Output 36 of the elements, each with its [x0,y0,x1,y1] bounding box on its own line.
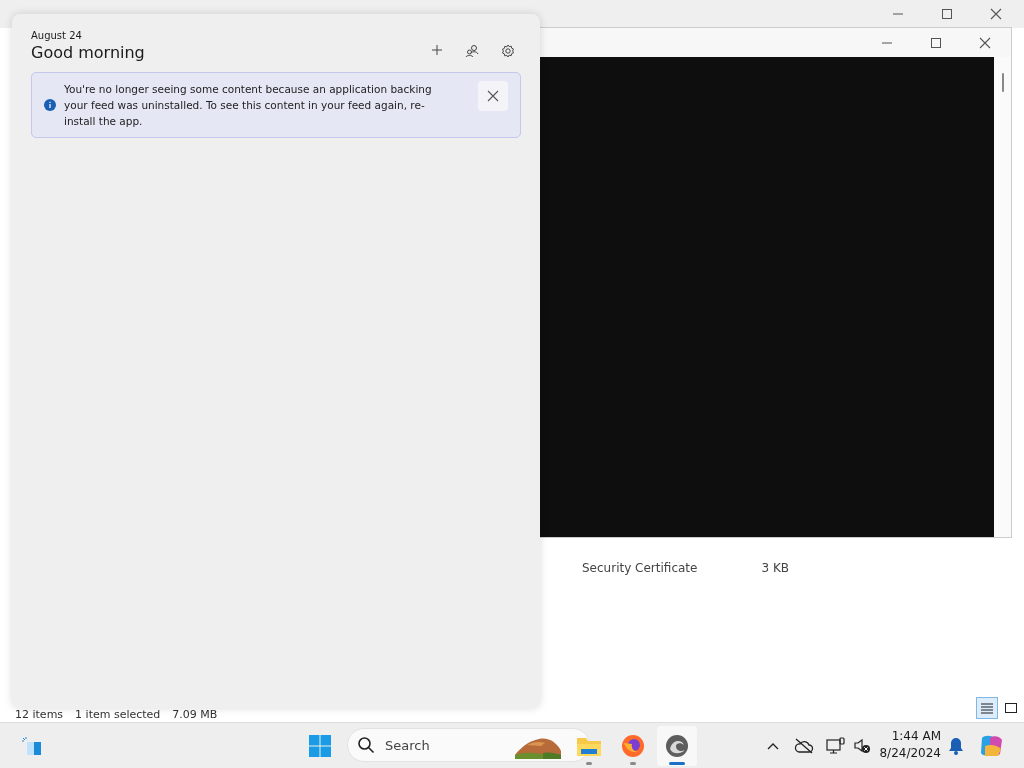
people-icon [465,44,479,58]
settings-button[interactable] [499,42,517,60]
info-icon [44,99,56,111]
status-text: 12 items [15,708,64,721]
info-message: You're no longer seeing some content because an application backing your feed was uninstalled. To see this content in your feed again, re-install the app. [64,82,433,129]
network-icon[interactable] [826,736,846,755]
date-label: August 24 [31,30,83,41]
search-field[interactable]: Search [383,736,507,754]
search-bar[interactable]: Search [347,728,590,762]
people-button[interactable] [463,42,481,60]
taskbar-app-button[interactable] [657,725,697,766]
search-icon [357,736,375,754]
greeting-title: Good morning [31,43,145,62]
status-text: 7.09 MB [172,708,218,721]
windows-logo-icon [309,734,331,757]
clock-time: 1:44 AM [891,728,941,745]
scrollbar-thumb[interactable] [1001,73,1004,92]
swirl-icon [665,733,689,758]
file-type-cell: Security Certificate [582,561,698,575]
clock-date: 8/24/2024 [879,745,941,762]
close-icon[interactable] [487,90,499,102]
chevron-up-icon [767,741,779,750]
copilot-icon[interactable] [979,733,1005,758]
large-icons-view-icon [1004,702,1018,714]
status-text: 1 item selected [75,708,161,721]
close-button[interactable] [478,81,508,111]
cloud-off-icon[interactable] [794,737,814,754]
bell-icon[interactable] [948,736,964,755]
details-view-icon [980,702,994,714]
widgets-icon [21,735,43,756]
fox-globe-icon [621,733,645,758]
settings-icon [501,44,515,58]
speaker-muted-icon[interactable] [853,737,871,754]
plus-icon [431,44,443,56]
file-size-cell: 3 KB [761,561,789,575]
clock[interactable]: 1:44 AM 8/24/2024 [878,728,941,762]
